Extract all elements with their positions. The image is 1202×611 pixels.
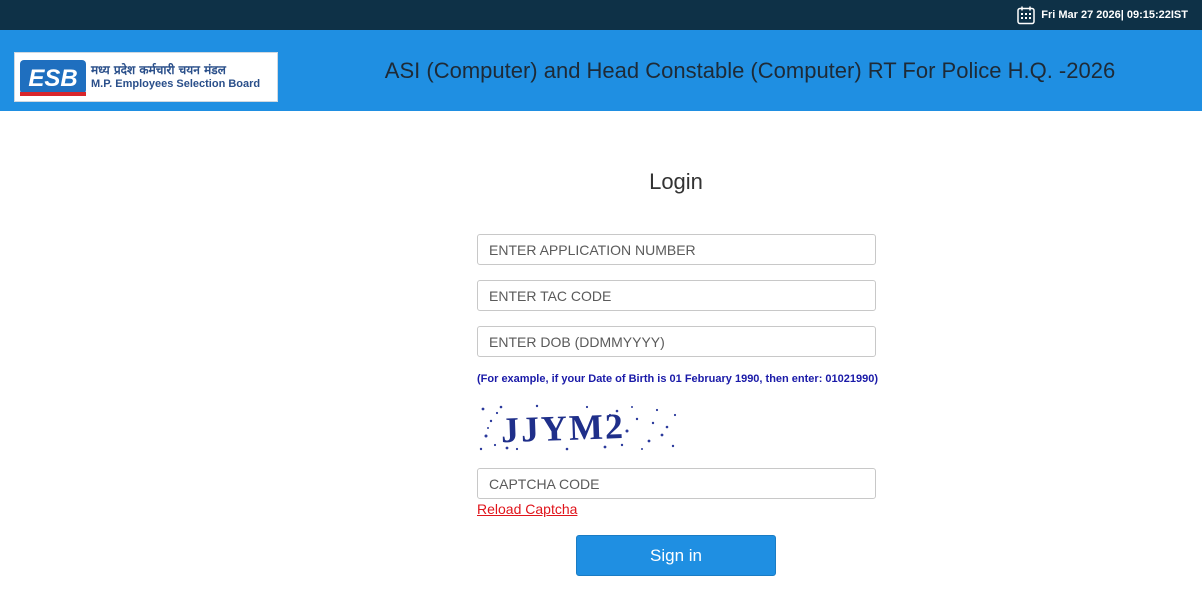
esb-logo-mark: ESB (20, 60, 86, 96)
captcha-input[interactable] (477, 468, 876, 499)
tac-code-input[interactable] (477, 280, 876, 311)
esb-logo: ESB मध्य प्रदेश कर्मचारी चयन मंडल M.P. E… (14, 52, 278, 102)
datetime-display: Fri Mar 27 2026| 09:15:22IST (1016, 5, 1188, 25)
page-title: ASI (Computer) and Head Constable (Compu… (384, 57, 1116, 83)
calendar-icon (1017, 6, 1035, 25)
captcha-text: JJYM2 (500, 406, 625, 450)
logo-abbr: ESB (28, 65, 77, 92)
header: ESB मध्य प्रदेश कर्मचारी चयन मंडल M.P. E… (0, 30, 1202, 111)
dob-hint: (For example, if your Date of Birth is 0… (477, 373, 879, 385)
datetime-text: Fri Mar 27 2026| 09:15:22IST (1041, 9, 1188, 21)
captcha-image: JJYM2 (477, 401, 677, 453)
dob-input[interactable] (477, 326, 876, 357)
top-bar: Fri Mar 27 2026| 09:15:22IST (0, 0, 1202, 30)
reload-captcha-link[interactable]: Reload Captcha (477, 501, 577, 517)
sign-in-button[interactable]: Sign in (576, 535, 776, 576)
logo-hindi-text: मध्य प्रदेश कर्मचारी चयन मंडल (91, 62, 226, 77)
logo-english-text: M.P. Employees Selection Board (91, 77, 261, 90)
application-number-input[interactable] (477, 234, 876, 265)
login-title: Login (649, 169, 703, 194)
